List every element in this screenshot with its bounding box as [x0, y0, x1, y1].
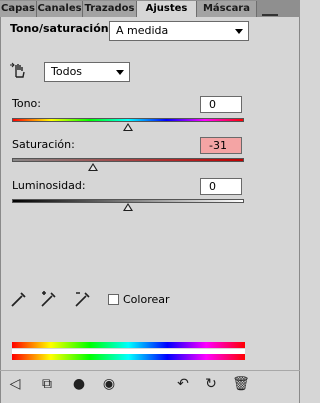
tab-canales[interactable]: Canales: [37, 1, 83, 17]
channel-dropdown[interactable]: Todos: [44, 62, 130, 82]
tab-ajustes[interactable]: Ajustes: [137, 1, 197, 17]
eyedropper-add-icon[interactable]: [40, 290, 58, 308]
hand-icon[interactable]: [10, 61, 30, 81]
saturacion-input[interactable]: -31: [200, 137, 242, 154]
tono-slider-handle[interactable]: [123, 123, 133, 131]
tono-slider-track[interactable]: [12, 118, 244, 122]
tab-trazados[interactable]: Trazados: [83, 1, 137, 17]
chevron-down-icon: [116, 70, 124, 75]
preset-dropdown[interactable]: A medida: [109, 21, 249, 41]
preset-value: A medida: [116, 24, 169, 37]
luminosidad-slider-handle[interactable]: [123, 203, 133, 211]
toolbar-divider: [0, 370, 300, 371]
layer-mask-icon[interactable]: ●: [70, 375, 88, 393]
colorize-label: Colorear: [123, 293, 170, 306]
panel-tabs: Capas Canales Trazados Ajustes Máscara: [0, 0, 300, 17]
adjustment-title: Tono/saturación: [10, 22, 109, 35]
output-spectrum-bar: [12, 354, 245, 360]
input-spectrum-bar: [12, 342, 245, 348]
luminosidad-label: Luminosidad:: [12, 179, 86, 192]
trash-icon[interactable]: 🗑: [232, 375, 250, 393]
chevron-down-icon: [235, 29, 243, 34]
saturacion-label: Saturación:: [12, 138, 75, 151]
tab-mascara[interactable]: Máscara: [197, 1, 257, 17]
reset-icon[interactable]: ↻: [202, 375, 220, 393]
tono-input[interactable]: 0: [200, 96, 242, 113]
previous-state-icon[interactable]: ↶: [174, 375, 192, 393]
eyedropper-subtract-icon[interactable]: [74, 290, 92, 308]
tab-capas[interactable]: Capas: [0, 1, 37, 17]
back-arrow-icon[interactable]: ◁: [6, 375, 24, 393]
eyedropper-icon[interactable]: [10, 290, 28, 308]
saturacion-slider-handle[interactable]: [88, 163, 99, 171]
tono-label: Tono:: [12, 97, 41, 110]
colorize-checkbox[interactable]: [108, 294, 119, 305]
visibility-eye-icon[interactable]: ◉: [100, 375, 118, 393]
channel-value: Todos: [51, 65, 83, 78]
panel-menu-icon[interactable]: [262, 4, 278, 16]
luminosidad-input[interactable]: 0: [200, 178, 242, 195]
clip-layer-icon[interactable]: ⧉: [38, 375, 56, 393]
saturacion-slider-track[interactable]: [12, 158, 244, 162]
